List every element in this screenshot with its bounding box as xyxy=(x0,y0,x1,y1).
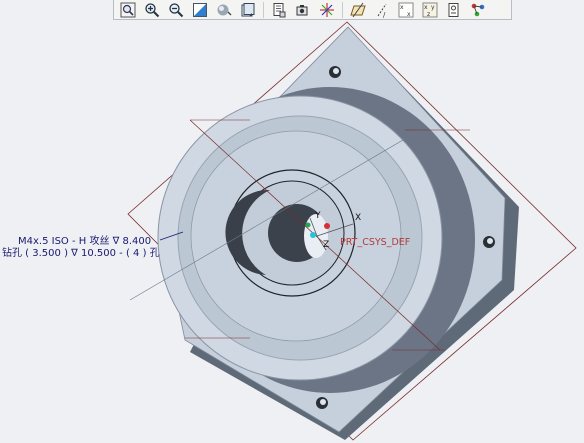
mounting-hole-top xyxy=(329,66,341,78)
csys-display-button[interactable]: xyz xyxy=(419,1,441,19)
datum-axes-icon: / xyxy=(377,3,387,18)
repaint-icon xyxy=(193,2,207,17)
spin-toggle-button[interactable] xyxy=(316,1,338,19)
csys-x-label: X xyxy=(355,213,362,223)
mounting-hole-right xyxy=(483,236,495,248)
datum-planes-icon xyxy=(350,2,366,17)
svg-text:x: x xyxy=(424,4,428,11)
svg-text:z: z xyxy=(427,11,430,18)
saved-views-icon xyxy=(241,2,255,16)
part-model-view xyxy=(127,21,577,441)
view-manager-icon xyxy=(471,3,485,16)
csys-origin-red xyxy=(324,223,330,229)
layers-button[interactable] xyxy=(268,1,290,19)
csys-label[interactable]: PRT_CSYS_DEF xyxy=(340,238,410,248)
zoom-out-button[interactable] xyxy=(165,1,187,19)
datum-points-icon: xx xyxy=(398,2,414,18)
spin-center-button[interactable] xyxy=(292,1,314,19)
annotation-display-button[interactable] xyxy=(443,1,465,19)
datum-points-button[interactable]: xx xyxy=(395,1,417,19)
display-style-icon xyxy=(217,4,232,15)
graphics-viewport[interactable] xyxy=(0,21,584,443)
tap-note-line2[interactable]: 钻孔 ( 3.500 ) ∇ 10.500 - ( 4 ) 孔 xyxy=(2,248,160,259)
refit-button[interactable] xyxy=(117,1,139,19)
datum-axes-button[interactable]: / xyxy=(371,1,393,19)
toolbar-separator xyxy=(263,1,264,18)
mounting-hole-bottom xyxy=(316,397,328,409)
saved-views-button[interactable] xyxy=(237,1,259,19)
spin-center-icon xyxy=(296,4,308,15)
tap-note-line1[interactable]: M4x.5 ISO - H 攻丝 ∇ 8.400 xyxy=(18,236,151,247)
csys-origin-cyan xyxy=(310,232,316,238)
display-style-button[interactable] xyxy=(213,1,235,19)
view-toolbar: / xx xyz xyxy=(113,0,512,20)
svg-text:y: y xyxy=(431,4,435,11)
annotation-display-icon xyxy=(448,2,459,17)
csys-y-label: Y xyxy=(315,211,321,221)
svg-text:/: / xyxy=(383,11,386,18)
spin-center-icon xyxy=(320,2,334,17)
csys-origin-green xyxy=(305,222,311,228)
zoom-in-button[interactable] xyxy=(141,1,163,19)
layers-icon xyxy=(273,2,286,17)
svg-text:x: x xyxy=(407,11,411,18)
csys-display-icon: x yz xyxy=(422,2,438,18)
toolbar-separator xyxy=(342,1,343,18)
svg-text:x: x xyxy=(400,4,404,11)
zoom-in-icon xyxy=(145,2,160,17)
datum-planes-button[interactable] xyxy=(347,1,369,19)
view-manager-button[interactable] xyxy=(467,1,489,19)
csys-z-label: Z xyxy=(323,240,330,250)
zoom-out-icon xyxy=(169,2,184,17)
refit-icon xyxy=(120,2,136,17)
repaint-button[interactable] xyxy=(189,1,211,19)
